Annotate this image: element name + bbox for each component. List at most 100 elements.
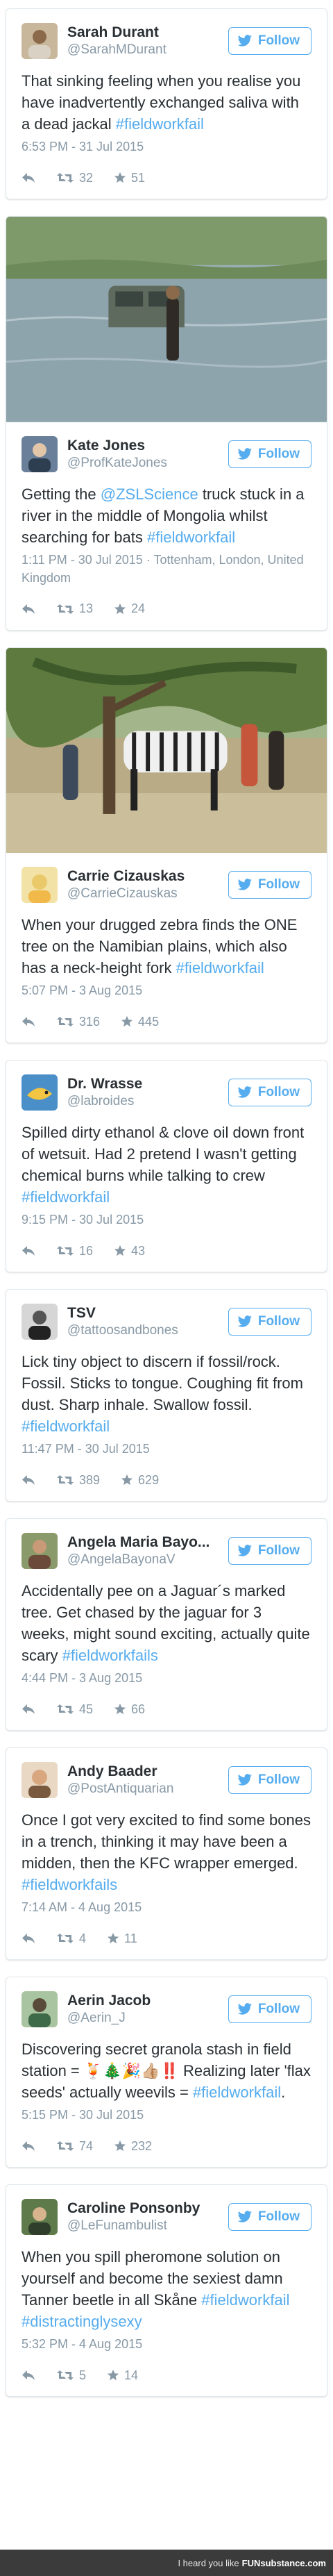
author-handle[interactable]: @CarrieCizauskas	[67, 886, 228, 901]
tweet-text: Getting the @ZSLScience truck stuck in a…	[22, 483, 311, 548]
author-name[interactable]: Sarah Durant	[67, 24, 228, 41]
reply-button[interactable]	[22, 1933, 35, 1944]
follow-button[interactable]: Follow	[228, 27, 311, 55]
author-name[interactable]: Andy Baader	[67, 1763, 228, 1780]
tweet-link[interactable]: @ZSLScience	[101, 485, 198, 503]
tweet-timestamp[interactable]: 4:44 PM - 3 Aug 2015	[22, 1669, 311, 1687]
reply-button[interactable]	[22, 2141, 35, 2152]
tweet-text: Accidentally pee on a Jaguar´s marked tr…	[22, 1580, 311, 1666]
author-name[interactable]: Carrie Cizauskas	[67, 868, 228, 885]
retweet-button[interactable]: 5	[56, 2368, 86, 2383]
author-handle[interactable]: @ProfKateJones	[67, 456, 228, 471]
avatar[interactable]	[22, 23, 58, 59]
tweet-link[interactable]: #fieldworkfail	[176, 959, 264, 977]
like-count: 24	[131, 601, 146, 616]
photo-zebra-in-tree[interactable]	[6, 647, 327, 854]
reply-button[interactable]	[22, 172, 35, 183]
avatar[interactable]	[22, 1074, 58, 1111]
like-button[interactable]: 232	[114, 2139, 152, 2154]
reply-button[interactable]	[22, 1704, 35, 1715]
follow-label: Follow	[257, 1085, 300, 1100]
author-name[interactable]: Aerin Jacob	[67, 1993, 228, 2009]
retweet-button[interactable]: 16	[56, 1244, 93, 1258]
reply-icon	[22, 1474, 35, 1486]
reply-button[interactable]	[22, 604, 35, 615]
follow-button[interactable]: Follow	[228, 1308, 311, 1336]
author-name[interactable]: TSV	[67, 1305, 228, 1322]
avatar[interactable]	[22, 435, 58, 472]
follow-label: Follow	[257, 446, 300, 461]
tweet-timestamp[interactable]: 11:47 PM - 30 Jul 2015	[22, 1440, 311, 1458]
like-button[interactable]: 629	[121, 1473, 159, 1488]
tweet-link[interactable]: #fieldworkfail	[22, 1188, 110, 1206]
like-button[interactable]: 43	[114, 1244, 145, 1258]
tweet-timestamp[interactable]: 5:07 PM - 3 Aug 2015	[22, 981, 311, 999]
follow-button[interactable]: Follow	[228, 440, 311, 468]
follow-button[interactable]: Follow	[228, 1995, 311, 2024]
retweet-button[interactable]: 74	[56, 2139, 93, 2154]
tweet-link[interactable]: #fieldworkfails	[22, 1876, 117, 1893]
author-handle[interactable]: @labroides	[67, 1094, 228, 1109]
tweet-link[interactable]: #fieldworkfail	[147, 529, 235, 546]
tweet-timestamp[interactable]: 6:53 PM - 31 Jul 2015	[22, 138, 311, 156]
tweet-timestamp[interactable]: 9:15 PM - 30 Jul 2015	[22, 1211, 311, 1229]
avatar[interactable]	[22, 1991, 58, 2028]
avatar[interactable]	[22, 1533, 58, 1570]
reply-button[interactable]	[22, 2370, 35, 2381]
retweet-button[interactable]: 45	[56, 1702, 93, 1717]
bird-icon	[237, 1774, 253, 1786]
reply-icon	[22, 1933, 35, 1944]
follow-button[interactable]: Follow	[228, 871, 311, 899]
tweet-link[interactable]: #fieldworkfail	[116, 115, 204, 133]
author-name[interactable]: Kate Jones	[67, 438, 228, 454]
tweet-timestamp[interactable]: 5:32 PM - 4 Aug 2015	[22, 2335, 311, 2353]
avatar[interactable]	[22, 1762, 58, 1799]
follow-button[interactable]: Follow	[228, 2203, 311, 2232]
photo-truck-in-river[interactable]	[6, 217, 327, 422]
author-name[interactable]: Angela Maria Bayo...	[67, 1534, 228, 1551]
like-button[interactable]: 51	[114, 171, 145, 185]
tweet-link[interactable]: #fieldworkfail	[22, 1418, 110, 1435]
like-count: 232	[131, 2138, 153, 2153]
tweet-timestamp[interactable]: 7:14 AM - 4 Aug 2015	[22, 1898, 311, 1916]
author-handle[interactable]: @tattoosandbones	[67, 1323, 228, 1338]
retweet-button[interactable]: 4	[56, 1931, 86, 1946]
tweet-link[interactable]: #fieldworkfail	[201, 2291, 289, 2309]
reply-button[interactable]	[22, 1245, 35, 1256]
author-handle[interactable]: @SarahMDurant	[67, 42, 228, 58]
avatar[interactable]	[22, 2199, 58, 2236]
retweet-icon	[56, 2140, 74, 2152]
star-icon	[114, 1245, 126, 1257]
retweet-button[interactable]: 13	[56, 601, 93, 616]
tweet-card: Dr. Wrasse @labroides Follow Spilled dir…	[6, 1060, 327, 1273]
avatar[interactable]	[22, 1304, 58, 1340]
footer-brand-link[interactable]: FUNsubstance.com	[242, 2558, 326, 2568]
author-handle[interactable]: @PostAntiquarian	[67, 1781, 228, 1797]
follow-button[interactable]: Follow	[228, 1537, 311, 1565]
follow-button[interactable]: Follow	[228, 1766, 311, 1795]
tweet-link[interactable]: #fieldworkfails	[62, 1647, 158, 1664]
like-button[interactable]: 11	[107, 1931, 137, 1946]
follow-button[interactable]: Follow	[228, 1079, 311, 1107]
like-button[interactable]: 24	[114, 601, 145, 616]
author-handle[interactable]: @AngelaBayonaV	[67, 1552, 228, 1568]
author-handle[interactable]: @LeFunambulist	[67, 2218, 228, 2234]
avatar[interactable]	[22, 867, 58, 904]
reply-button[interactable]	[22, 1474, 35, 1486]
author-handle[interactable]: @Aerin_J	[67, 2011, 228, 2026]
retweet-button[interactable]: 389	[56, 1473, 100, 1488]
author-name[interactable]: Caroline Ponsonby	[67, 2200, 228, 2217]
tweet-timestamp[interactable]: 5:15 PM - 30 Jul 2015	[22, 2106, 311, 2124]
retweet-button[interactable]: 316	[56, 1015, 100, 1029]
author-name[interactable]: Dr. Wrasse	[67, 1076, 228, 1092]
footer-prefix: I heard you like	[178, 2557, 239, 2568]
star-icon	[114, 1703, 126, 1715]
reply-button[interactable]	[22, 1016, 35, 1027]
like-button[interactable]: 445	[121, 1015, 159, 1029]
retweet-button[interactable]: 32	[56, 171, 93, 185]
tweet-link[interactable]: #distractinglysexy	[22, 2313, 142, 2330]
tweet-timestamp[interactable]: 1:11 PM - 30 Jul 2015 · Tottenham, Londo…	[22, 551, 311, 587]
like-button[interactable]: 14	[107, 2368, 138, 2383]
tweet-link[interactable]: #fieldworkfail	[193, 2084, 281, 2101]
like-button[interactable]: 66	[114, 1702, 145, 1717]
